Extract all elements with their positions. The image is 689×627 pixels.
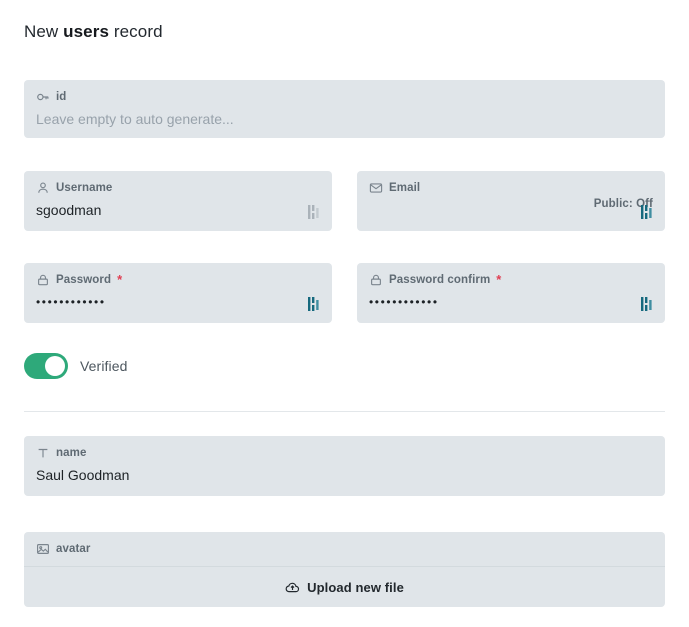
- upload-new-file-label: Upload new file: [307, 580, 404, 595]
- field-id-label-row: id: [24, 80, 665, 104]
- key-icon: [36, 90, 50, 104]
- field-password-confirm[interactable]: Password confirm * ••••••••••••: [357, 263, 665, 323]
- field-password[interactable]: Password * ••••••••••••: [24, 263, 332, 323]
- field-password-input[interactable]: ••••••••••••: [24, 287, 332, 323]
- field-password-confirm-input[interactable]: ••••••••••••: [357, 287, 665, 323]
- page-title-suffix: record: [113, 22, 163, 41]
- field-password-label-row: Password *: [24, 263, 332, 287]
- field-email-label-row: Email: [357, 171, 665, 195]
- presentable-toggle-icon[interactable]: [641, 296, 654, 312]
- field-name[interactable]: name Saul Goodman: [24, 436, 665, 496]
- verified-toggle-row[interactable]: Verified: [24, 353, 128, 379]
- lock-icon: [369, 273, 383, 287]
- presentable-toggle-icon[interactable]: [308, 296, 321, 312]
- field-password-confirm-label: Password confirm: [389, 274, 491, 286]
- presentable-toggle-icon[interactable]: [641, 204, 654, 220]
- page-title-prefix: New: [24, 22, 59, 41]
- section-divider: [24, 411, 665, 412]
- field-name-label: name: [56, 447, 87, 459]
- field-id-input[interactable]: Leave empty to auto generate...: [24, 104, 665, 138]
- field-email-label: Email: [389, 182, 421, 194]
- field-username-input[interactable]: sgoodman: [24, 195, 332, 231]
- field-id-label: id: [56, 91, 67, 103]
- presentable-toggle-icon[interactable]: [308, 204, 321, 220]
- field-avatar-label: avatar: [56, 543, 91, 555]
- page-title-collection: users: [63, 22, 110, 41]
- field-email[interactable]: Email Public: Off: [357, 171, 665, 231]
- text-icon: [36, 446, 50, 460]
- field-avatar[interactable]: avatar Upload new file: [24, 532, 665, 607]
- field-username-label-row: Username: [24, 171, 332, 195]
- field-password-label: Password: [56, 274, 112, 286]
- field-avatar-label-row: avatar: [24, 532, 665, 567]
- new-record-form-page: New users record id Leave empty to auto …: [0, 0, 689, 627]
- field-id[interactable]: id Leave empty to auto generate...: [24, 80, 665, 138]
- user-icon: [36, 181, 50, 195]
- upload-new-file-button[interactable]: Upload new file: [24, 567, 665, 607]
- field-name-input[interactable]: Saul Goodman: [24, 460, 665, 496]
- verified-toggle[interactable]: [24, 353, 68, 379]
- required-asterisk: *: [117, 272, 123, 287]
- envelope-icon: [369, 181, 383, 195]
- field-username[interactable]: Username sgoodman: [24, 171, 332, 231]
- cloud-upload-icon: [285, 582, 300, 593]
- field-password-confirm-label-row: Password confirm *: [357, 263, 665, 287]
- lock-icon: [36, 273, 50, 287]
- verified-toggle-label: Verified: [80, 358, 128, 374]
- verified-toggle-knob: [45, 356, 65, 376]
- field-name-label-row: name: [24, 436, 665, 460]
- required-asterisk: *: [496, 272, 502, 287]
- page-title: New users record: [24, 22, 163, 42]
- image-icon: [36, 542, 50, 556]
- field-username-label: Username: [56, 182, 113, 194]
